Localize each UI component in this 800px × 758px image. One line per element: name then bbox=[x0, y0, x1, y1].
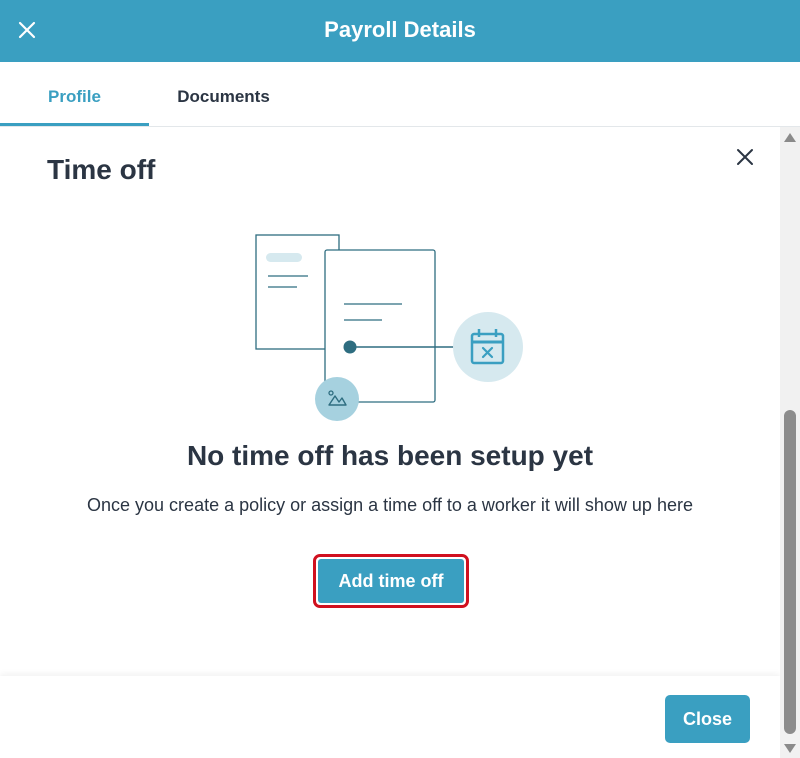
tab-profile[interactable]: Profile bbox=[0, 62, 149, 126]
empty-state-illustration bbox=[255, 234, 523, 421]
scroll-down-arrow-icon[interactable] bbox=[784, 744, 796, 753]
section-title: Time off bbox=[47, 154, 156, 185]
add-time-off-button[interactable]: Add time off bbox=[318, 559, 464, 603]
scrollbar[interactable] bbox=[780, 127, 800, 758]
empty-state-heading: No time off has been setup yet bbox=[186, 440, 594, 471]
modal-header: Payroll Details bbox=[0, 0, 800, 62]
tab-bar: Profile Documents bbox=[0, 62, 800, 127]
close-icon[interactable] bbox=[733, 145, 757, 169]
scrollbar-thumb[interactable] bbox=[784, 410, 796, 734]
close-button[interactable]: Close bbox=[665, 695, 750, 743]
empty-state-description: Once you create a policy or assign a tim… bbox=[87, 495, 693, 515]
modal-footer: Close bbox=[0, 676, 780, 758]
scroll-up-arrow-icon[interactable] bbox=[784, 133, 796, 142]
tab-documents[interactable]: Documents bbox=[149, 62, 298, 126]
modal-title: Payroll Details bbox=[324, 17, 476, 42]
